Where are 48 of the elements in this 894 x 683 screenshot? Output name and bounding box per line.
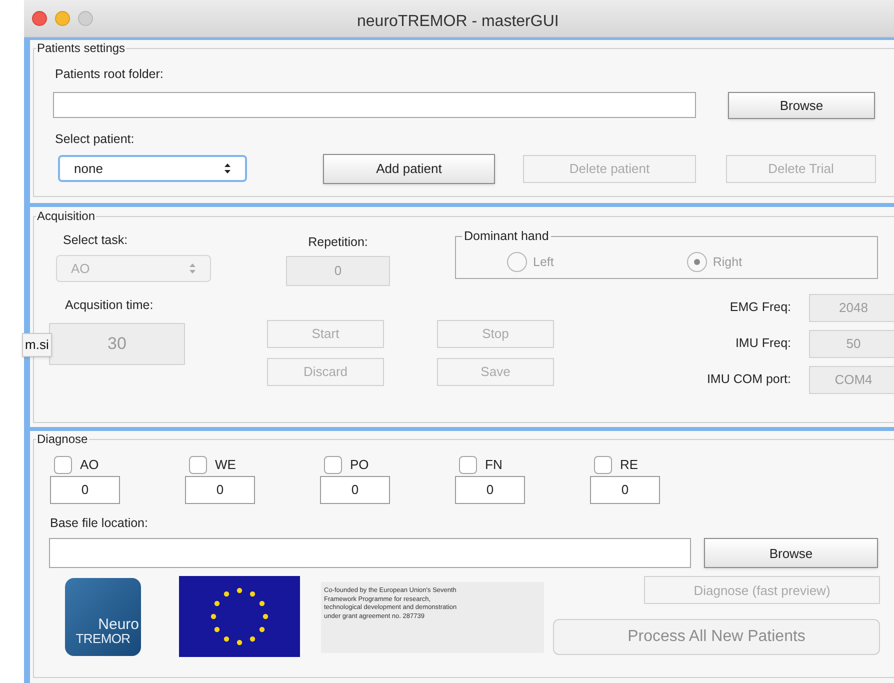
count-field[interactable]: 0: [185, 476, 255, 504]
count-field[interactable]: 0: [320, 476, 390, 504]
minimize-button[interactable]: [55, 11, 70, 26]
close-button[interactable]: [32, 11, 47, 26]
radio-label: Left: [533, 254, 554, 270]
checkbox[interactable]: [324, 456, 342, 474]
group-title: Patients settings: [36, 41, 126, 55]
field-label: IMU COM port:: [706, 371, 791, 388]
folder-path-field[interactable]: [53, 92, 696, 118]
tooltip: m.si: [22, 333, 52, 357]
checkbox-label: FN: [485, 456, 502, 474]
push-button[interactable]: Browse: [704, 538, 878, 568]
count-field[interactable]: 0: [50, 476, 120, 504]
field-label: EMG Freq:: [728, 299, 791, 316]
checkbox-label: WE: [215, 456, 236, 474]
logo-text: TREMOR: [76, 632, 130, 646]
field-label: Select task:: [63, 232, 129, 249]
field-label: Repetition:: [308, 234, 368, 251]
file-location-field[interactable]: [49, 538, 691, 568]
count-field[interactable]: 0: [590, 476, 660, 504]
push-button[interactable]: Browse: [728, 92, 875, 119]
field-label: IMU Freq:: [734, 335, 791, 352]
push-button[interactable]: Add patient: [323, 154, 495, 184]
field-label: Select patient:: [55, 130, 136, 148]
window-title: neuroTREMOR - masterGUI: [357, 12, 559, 32]
checkbox-label: AO: [80, 456, 99, 474]
field-label: Base file location:: [50, 514, 149, 532]
checkbox-label: PO: [350, 456, 369, 474]
patient-select[interactable]: none: [58, 155, 247, 182]
checkbox[interactable]: [189, 456, 207, 474]
field-label: Patients root folder:: [55, 66, 164, 83]
radio-label: Right: [712, 254, 742, 271]
logo-text: Neuro: [98, 618, 139, 632]
stepper-icon: [189, 262, 196, 274]
zoom-button[interactable]: [78, 11, 93, 26]
stepper-icon: [224, 163, 231, 174]
checkbox[interactable]: [594, 456, 612, 474]
field-label: Acqusition time:: [65, 296, 154, 314]
count-field[interactable]: 0: [455, 476, 525, 504]
checkbox[interactable]: [54, 456, 72, 474]
checkbox-label: RE: [620, 456, 638, 474]
group-title: Diagnose: [36, 432, 89, 446]
group-title: Acquisition: [36, 209, 96, 223]
value-field: COM4: [809, 366, 894, 394]
value-field: 2048: [809, 294, 894, 322]
value-field: 50: [809, 330, 894, 358]
group-title: Dominant hand: [463, 228, 550, 245]
checkbox[interactable]: [459, 456, 477, 474]
